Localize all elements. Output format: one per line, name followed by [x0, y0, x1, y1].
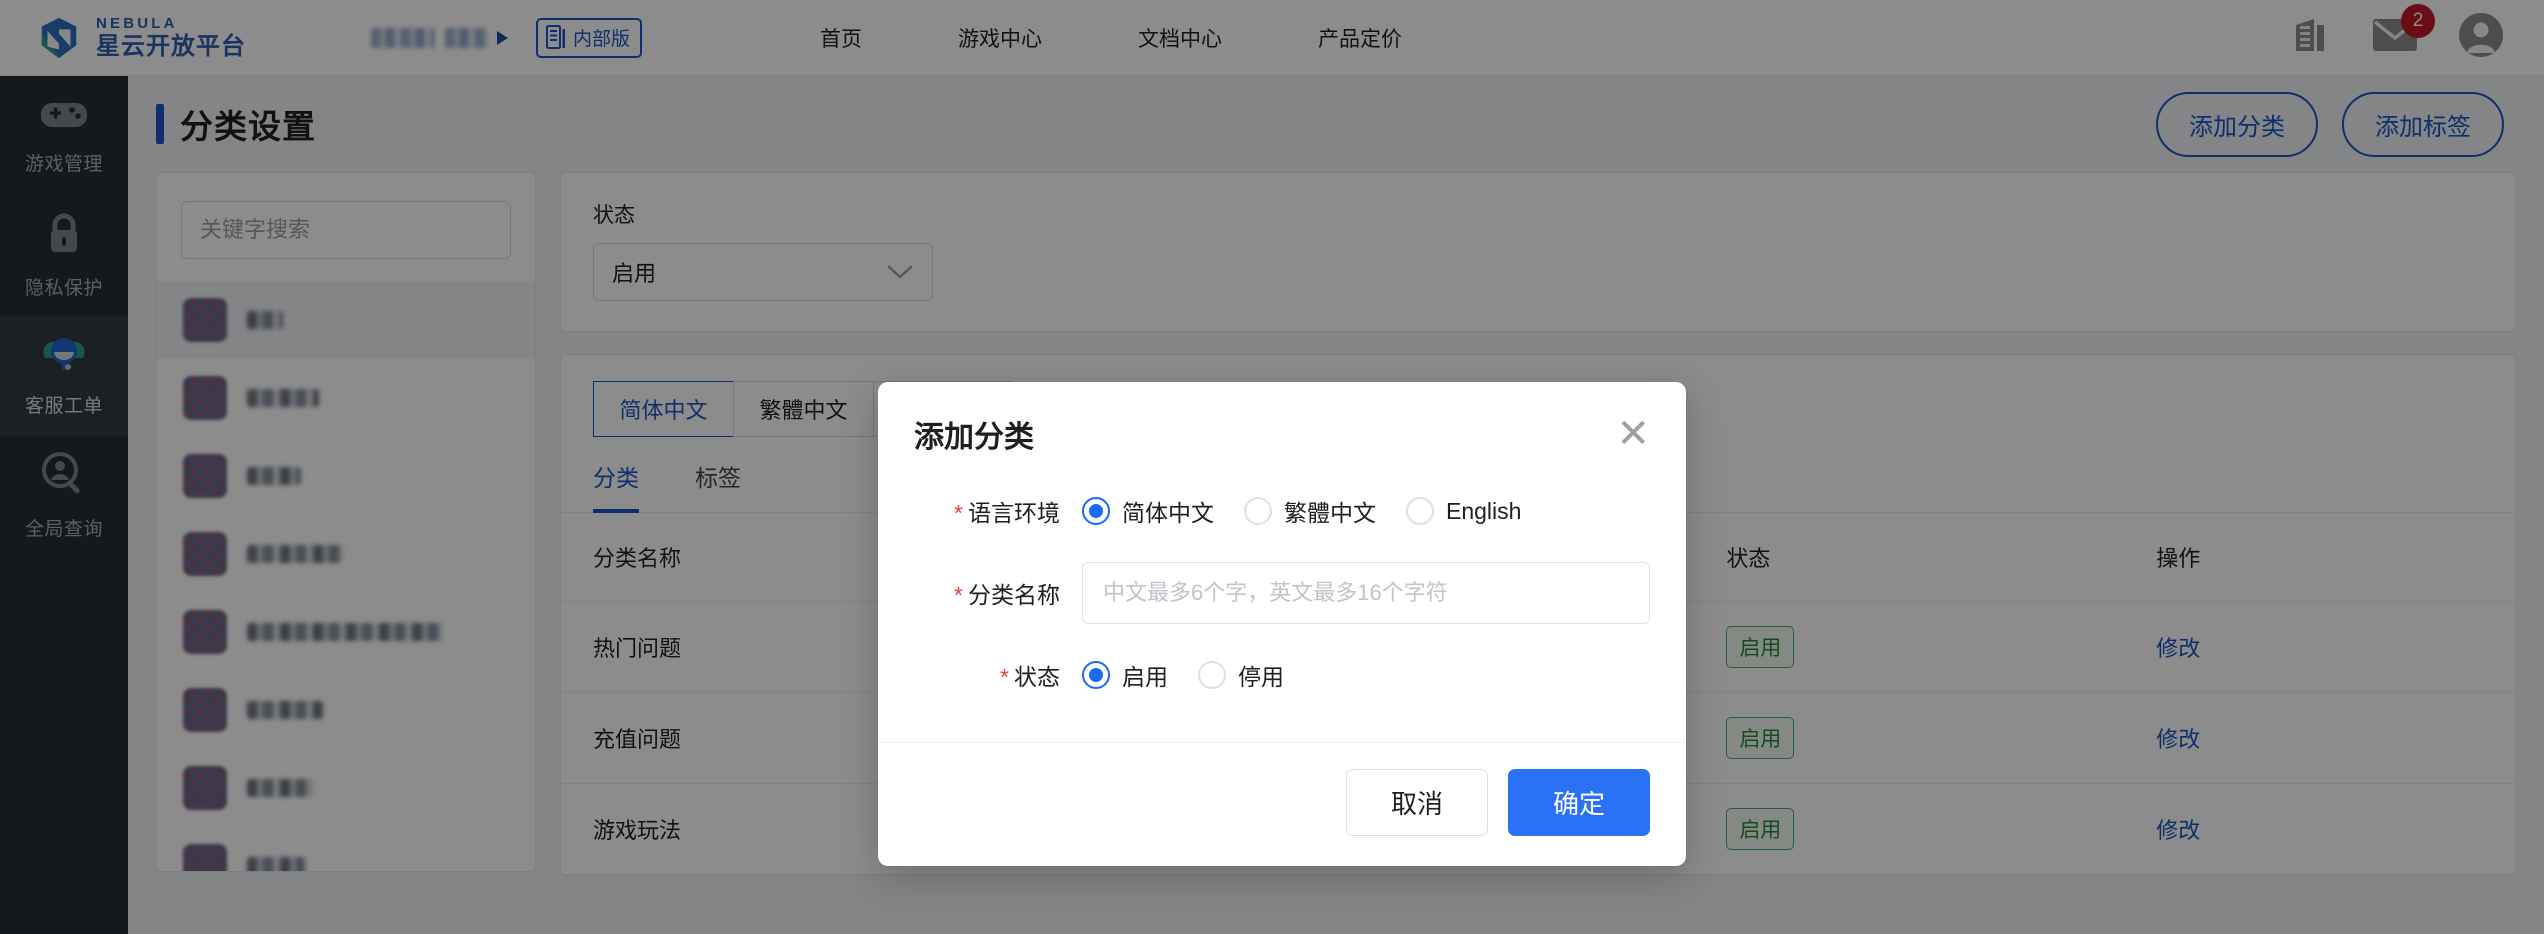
dialog-footer: 取消 确定 [878, 742, 1686, 866]
radio-circle-icon [1244, 497, 1272, 525]
radio-label: 繁體中文 [1284, 500, 1376, 526]
radio-simplified-chinese[interactable]: 简体中文 [1082, 494, 1214, 528]
cancel-button[interactable]: 取消 [1345, 769, 1488, 836]
radio-circle-icon [1082, 497, 1110, 525]
dialog-header: 添加分类 ✕ [878, 382, 1686, 466]
radio-circle-icon [1082, 661, 1110, 689]
name-field-row: * 分类名称 [914, 562, 1650, 624]
radio-label: 启用 [1122, 664, 1168, 690]
status-label-text: 状态 [1014, 664, 1060, 690]
required-asterisk: * [954, 500, 963, 526]
radio-status-disabled[interactable]: 停用 [1198, 658, 1284, 692]
radio-circle-icon [1406, 497, 1434, 525]
add-category-dialog: 添加分类 ✕ * 语言环境 简体中文 繁體中文 English * 分类名称 中… [878, 382, 1686, 866]
radio-circle-icon [1198, 661, 1226, 689]
name-label-text: 分类名称 [968, 582, 1060, 608]
radio-traditional-chinese[interactable]: 繁體中文 [1244, 494, 1376, 528]
category-name-input[interactable] [1082, 562, 1650, 624]
language-label-text: 语言环境 [968, 500, 1060, 526]
radio-label: 停用 [1238, 664, 1284, 690]
dialog-title: 添加分类 [914, 421, 1034, 454]
required-asterisk: * [954, 582, 963, 608]
language-radio-group: 简体中文 繁體中文 English [1082, 494, 1531, 528]
required-asterisk: * [1000, 664, 1009, 690]
radio-label: English [1446, 497, 1522, 524]
status-field-row: * 状态 启用 停用 [914, 658, 1650, 692]
status-field-label: * 状态 [914, 658, 1082, 692]
status-radio-group: 启用 停用 [1082, 658, 1294, 692]
app-root: NEBULA 星云开放平台 内部版 首页 游戏中心 文档中心 产品定价 2 游戏… [0, 0, 2544, 934]
name-field-label: * 分类名称 [914, 576, 1082, 610]
language-field-label: * 语言环境 [914, 494, 1082, 528]
dialog-body: * 语言环境 简体中文 繁體中文 English * 分类名称 中文最多6个字，… [878, 466, 1686, 742]
language-field-row: * 语言环境 简体中文 繁體中文 English [914, 494, 1650, 528]
radio-status-enabled[interactable]: 启用 [1082, 658, 1168, 692]
radio-label: 简体中文 [1122, 500, 1214, 526]
close-icon[interactable]: ✕ [1616, 414, 1650, 454]
confirm-button[interactable]: 确定 [1507, 769, 1650, 836]
radio-english[interactable]: English [1406, 497, 1521, 525]
